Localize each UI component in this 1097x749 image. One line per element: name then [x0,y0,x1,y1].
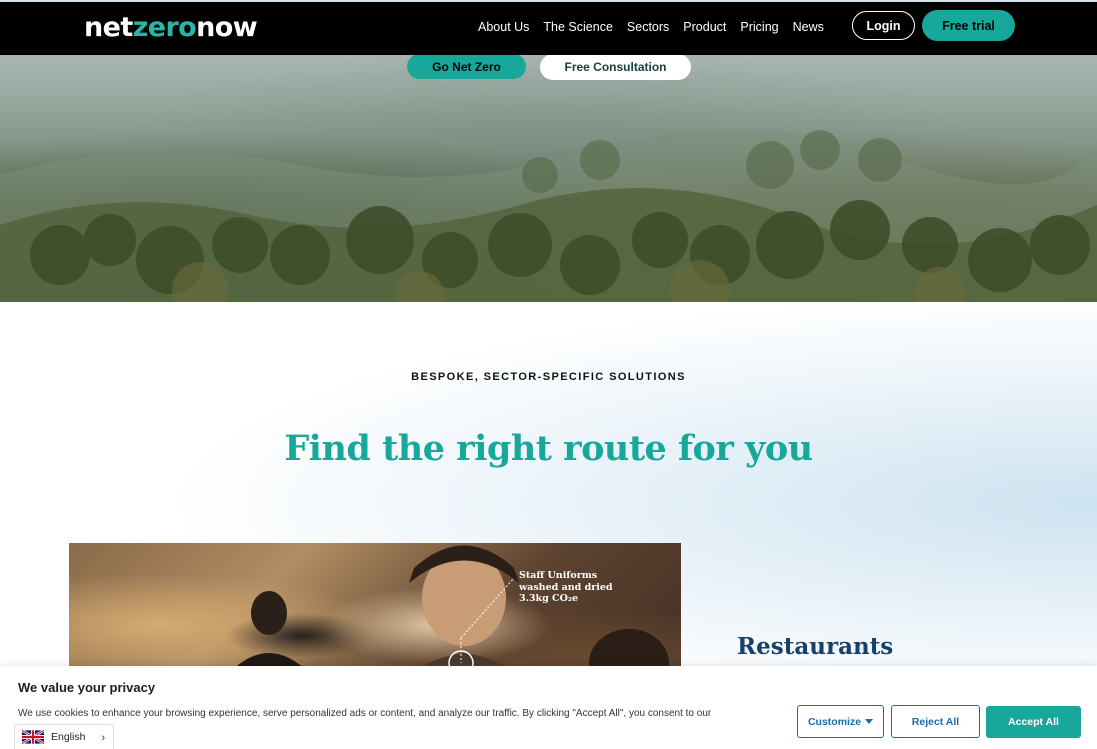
logo-text-zero: zero [132,12,197,43]
cookie-title: We value your privacy [18,680,156,695]
nav-about-us[interactable]: About Us [478,18,529,36]
logo-text-now: now [196,12,258,43]
accept-all-button[interactable]: Accept All [986,706,1081,738]
forest-illustration [0,129,1097,302]
free-trial-button[interactable]: Free trial [922,10,1015,41]
annotation-line: Staff Uniforms [519,570,598,581]
nav-news[interactable]: News [793,18,824,36]
cookie-description: We use cookies to enhance your browsing … [18,708,712,719]
language-label: English [51,731,86,743]
netzeronow-logo[interactable]: netzeronow [84,12,258,43]
hero-forest-image: Go Net Zero Free Consultation [0,55,1097,302]
logo-text-net: net [84,12,133,43]
free-consultation-button[interactable]: Free Consultation [540,55,691,80]
go-net-zero-button[interactable]: Go Net Zero [407,55,526,79]
reject-all-button[interactable]: Reject All [891,705,980,738]
nav-sectors[interactable]: Sectors [627,18,669,36]
site-header: netzeronow About Us The Science Sectors … [0,2,1097,55]
language-selector[interactable]: English › [14,724,114,749]
sector-title-restaurants[interactable]: Restaurants [737,633,893,660]
annotation-line: 3.3kg CO₂e [519,593,579,604]
caret-down-icon [865,719,874,724]
uk-flag-icon [22,730,44,744]
section-eyebrow: BESPOKE, SECTOR-SPECIFIC SOLUTIONS [411,371,686,383]
nav-product[interactable]: Product [683,18,726,36]
cookie-banner: We value your privacy We use cookies to … [0,666,1097,749]
section-headline: Find the right route for you [284,428,813,469]
annotation-line: washed and dried [519,581,613,593]
nav-the-science[interactable]: The Science [543,18,612,36]
customize-button[interactable]: Customize [797,705,884,738]
chevron-right-icon: › [101,732,105,744]
customize-label: Customize [807,715,862,728]
uniform-annotation: Staff Uniforms washed and dried 3.3kg CO… [519,570,613,605]
login-button[interactable]: Login [852,11,915,40]
nav-pricing[interactable]: Pricing [740,18,778,36]
main-nav: About Us The Science Sectors Product Pri… [478,18,824,36]
